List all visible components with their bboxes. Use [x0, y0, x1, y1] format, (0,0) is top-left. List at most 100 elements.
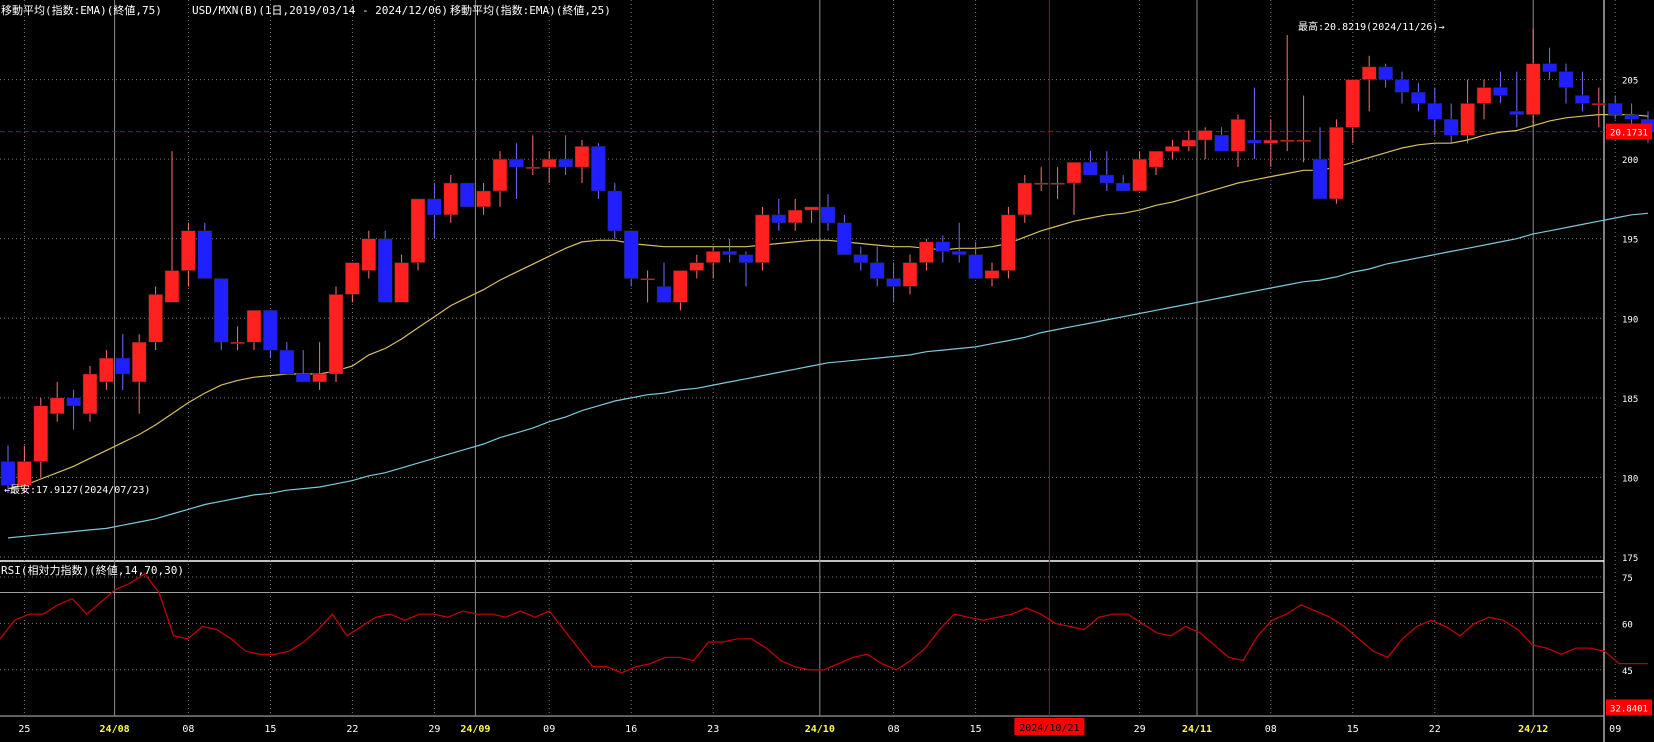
- candle-body: [820, 206, 836, 224]
- candle-body: [656, 286, 672, 303]
- x-tick-label: 08: [182, 724, 194, 735]
- candle-body: [1115, 182, 1131, 192]
- candle-body: [1411, 92, 1426, 104]
- candle-body: [509, 158, 524, 168]
- candle-body: [148, 294, 163, 343]
- candle-body: [755, 214, 770, 263]
- candle-body: [410, 198, 426, 263]
- y-tick-label: 180: [1622, 474, 1638, 484]
- candle-body: [722, 251, 737, 255]
- candle-body: [902, 262, 918, 287]
- y-tick-label: 175: [1622, 554, 1638, 564]
- candle-body: [837, 222, 852, 255]
- candle-body: [558, 158, 573, 168]
- rsi-y-tick-label: 60: [1622, 620, 1633, 630]
- candle-body: [361, 238, 377, 271]
- candle-body: [1083, 162, 1098, 176]
- candle-body: [246, 310, 262, 343]
- candle-body: [574, 146, 590, 168]
- candle-body: [443, 182, 459, 216]
- rsi-label: RSI(相対力指数)(終値,14,70,30): [1, 563, 184, 577]
- candle-body: [1033, 182, 1049, 185]
- candle-body: [1542, 63, 1557, 72]
- x-tick-label: 08: [888, 724, 900, 735]
- candle-body: [1378, 66, 1393, 80]
- instrument-label: USD/MXN(B)(1日,2019/03/14 - 2024/12/06): [192, 4, 448, 17]
- candle-body: [181, 230, 196, 271]
- y-tick-label: 185: [1622, 395, 1638, 405]
- candle-body: [673, 270, 688, 303]
- candle-body: [345, 262, 360, 295]
- candle-body: [1312, 158, 1328, 200]
- candle-body: [279, 349, 295, 375]
- candle-body: [640, 278, 655, 281]
- x-tick-label: 09: [543, 724, 555, 735]
- y-tick-label: 200: [1622, 156, 1638, 166]
- candle-body: [1509, 111, 1525, 115]
- candle-body: [197, 230, 213, 279]
- candle-body: [312, 373, 327, 383]
- ema75-label: 移動平均(指数:EMA)(終値,75): [1, 3, 162, 17]
- candle-body: [1263, 139, 1279, 144]
- candle-body: [607, 190, 623, 232]
- x-tick-label: 25: [18, 724, 30, 735]
- candle-body: [492, 158, 508, 192]
- candle-body: [1476, 87, 1492, 104]
- x-tick-label: 24/09: [460, 724, 490, 735]
- x-tick-label: 29: [1134, 724, 1146, 735]
- candle-body: [328, 294, 344, 375]
- candle-body: [263, 310, 278, 351]
- y-tick-label: 190: [1622, 315, 1638, 325]
- x-tick-label: 22: [1429, 724, 1441, 735]
- candle-body: [1279, 139, 1295, 142]
- candle-body: [1361, 66, 1377, 80]
- candle-body: [99, 357, 114, 383]
- background: [0, 0, 1654, 742]
- candle-body: [476, 190, 491, 208]
- candle-body: [164, 270, 180, 303]
- high-annotation: 最高:20.8219(2024/11/26)→: [1298, 20, 1444, 33]
- x-tick-label: 09: [1609, 724, 1621, 735]
- candle-body: [1165, 146, 1180, 152]
- candle-body: [951, 251, 967, 255]
- candle-body: [689, 262, 705, 271]
- rsi-y-tick-label: 45: [1622, 667, 1633, 677]
- x-tick-label: 24/11: [1182, 724, 1212, 735]
- candle-body: [230, 341, 245, 344]
- candle-body: [968, 254, 983, 279]
- candle-body: [1493, 87, 1508, 96]
- candle-body: [1050, 182, 1065, 185]
- candle-body: [82, 373, 98, 415]
- candle-body: [738, 254, 754, 263]
- candle-body: [935, 241, 951, 252]
- candle-body: [1148, 150, 1164, 168]
- candle-body: [623, 230, 639, 279]
- current-price-label: 20.1731: [1610, 129, 1648, 139]
- rsi-current-label: 32.8401: [1610, 704, 1648, 714]
- candle-body: [377, 238, 393, 303]
- candle-body: [427, 198, 442, 216]
- candle-body: [1296, 139, 1311, 142]
- candle-body: [869, 262, 885, 279]
- x-tick-label: 24/10: [805, 724, 835, 735]
- cursor-date-label: 2024/10/21: [1019, 723, 1079, 734]
- x-tick-label: 15: [264, 724, 276, 735]
- candle-body: [919, 241, 934, 263]
- candle-body: [1017, 182, 1033, 216]
- candle-body: [115, 357, 131, 375]
- y-tick-label: 195: [1622, 236, 1638, 246]
- candle-body: [853, 254, 869, 263]
- x-tick-label: 15: [970, 724, 982, 735]
- y-tick-label: 205: [1622, 77, 1638, 87]
- candle-body: [1460, 103, 1475, 136]
- rsi-y-tick-label: 75: [1622, 574, 1633, 584]
- x-tick-label: 16: [625, 724, 637, 735]
- candle-body: [771, 214, 787, 224]
- candle-body: [17, 461, 32, 486]
- candle-body: [1558, 71, 1574, 88]
- candle-body: [33, 405, 49, 462]
- candle-body: [886, 278, 901, 287]
- x-tick-label: 22: [346, 724, 358, 735]
- candle-body: [295, 373, 311, 383]
- candle-body: [131, 341, 147, 383]
